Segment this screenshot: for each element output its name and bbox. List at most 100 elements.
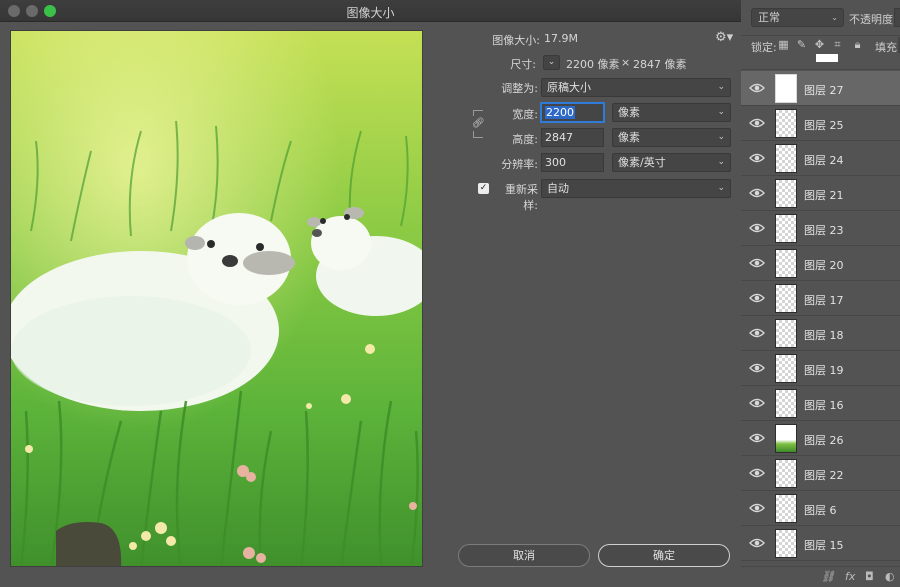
eye-icon[interactable]: [749, 536, 765, 550]
artboard-lock-icon[interactable]: ⌗: [831, 38, 844, 51]
dimensions-width: 2200 像素: [566, 58, 620, 71]
layer-thumbnail: [775, 529, 797, 558]
chevron-down-icon: ⌄: [717, 183, 725, 193]
width-unit-value: 像素: [618, 106, 640, 119]
layer-row[interactable]: 图层 26: [741, 421, 900, 456]
gear-icon[interactable]: ⚙▾: [715, 30, 733, 45]
chevron-down-icon: ⌄: [717, 82, 725, 92]
resample-value: 自动: [547, 182, 569, 195]
eye-icon[interactable]: [749, 466, 765, 480]
layer-name: 图层 16: [804, 399, 844, 412]
ok-button[interactable]: 确定: [598, 544, 730, 567]
link-layers-icon[interactable]: ⛓︎: [821, 570, 835, 583]
resample-select[interactable]: 自动 ⌄: [541, 179, 731, 198]
layer-name: 图层 20: [804, 259, 844, 272]
eye-icon[interactable]: [749, 396, 765, 410]
layer-name: 图层 6: [804, 504, 837, 517]
layer-row[interactable]: 图层 24: [741, 141, 900, 176]
layer-list: 图层 27 图层 25 图层 24 图层 21 图层 23 图层 20 图层 17 图层 18…: [741, 54, 900, 566]
eye-icon[interactable]: [749, 431, 765, 445]
layer-name: 图层 27: [804, 84, 844, 97]
width-value: 2200: [545, 106, 575, 119]
layer-row-partial[interactable]: [741, 54, 900, 70]
fit-to-select[interactable]: 原稿大小 ⌄: [541, 78, 731, 97]
fx-icon[interactable]: fx: [845, 570, 855, 583]
layer-row[interactable]: 图层 23: [741, 211, 900, 246]
add-mask-icon[interactable]: ◘: [865, 570, 874, 583]
layer-thumbnail: [775, 109, 797, 138]
resample-checkbox[interactable]: ✓: [478, 183, 489, 194]
layer-thumbnail: [775, 389, 797, 418]
layer-thumbnail: [775, 284, 797, 313]
chevron-down-icon: ⌄: [717, 157, 725, 167]
resolution-value: 300: [545, 156, 566, 169]
height-input[interactable]: 2847: [541, 128, 604, 147]
layer-row[interactable]: 图层 17: [741, 281, 900, 316]
layers-bottom-bar: ⛓︎ fx ◘ ◐: [741, 566, 900, 587]
layer-row[interactable]: 图层 16: [741, 386, 900, 421]
opacity-field[interactable]: [894, 8, 900, 27]
eye-icon[interactable]: [749, 151, 765, 165]
layer-row[interactable]: 图层 6: [741, 491, 900, 526]
resolution-unit-value: 像素/英寸: [618, 156, 666, 169]
layer-row[interactable]: 图层 21: [741, 176, 900, 211]
layer-thumbnail: [775, 424, 797, 453]
eye-icon[interactable]: [749, 256, 765, 270]
image-size-value: 17.9M: [544, 32, 578, 45]
eye-icon[interactable]: [749, 326, 765, 340]
fit-to-label: 调整为:: [501, 82, 538, 95]
image-size-label: 图像大小:: [492, 34, 540, 47]
eye-icon[interactable]: [749, 81, 765, 95]
eye-icon[interactable]: [749, 116, 765, 130]
layer-row[interactable]: 图层 15: [741, 526, 900, 561]
eye-icon[interactable]: [749, 186, 765, 200]
resolution-label: 分辨率:: [501, 158, 538, 171]
eye-icon[interactable]: [749, 291, 765, 305]
layer-thumbnail: [775, 214, 797, 243]
resample-label: 重新采样:: [505, 183, 538, 212]
image-preview[interactable]: [10, 30, 423, 567]
fit-to-value: 原稿大小: [547, 81, 591, 94]
layer-row[interactable]: 图层 22: [741, 456, 900, 491]
layer-thumbnail: [775, 354, 797, 383]
layer-row[interactable]: 图层 27: [741, 71, 900, 106]
dialog-title: 图像大小: [346, 6, 395, 20]
image-size-dialog: 图像大小 图像大小: 17.9M ⚙▾ 尺寸: ⌄ 2200 像素 × 2847…: [0, 0, 741, 587]
opacity-label: 不透明度:: [849, 13, 897, 26]
dialog-titlebar: 图像大小: [0, 0, 741, 22]
layer-name: 图层 23: [804, 224, 844, 237]
layer-row[interactable]: 图层 18: [741, 316, 900, 351]
resolution-unit-select[interactable]: 像素/英寸 ⌄: [612, 153, 731, 172]
chevron-down-icon: ⌄: [831, 13, 838, 22]
dimensions-times: ×: [621, 56, 631, 69]
layer-thumbnail: [775, 179, 797, 208]
layer-name: 图层 24: [804, 154, 844, 167]
lock-position-icon[interactable]: ✥: [813, 38, 826, 51]
dimensions-unit-toggle[interactable]: ⌄: [543, 55, 560, 70]
width-input[interactable]: 2200: [541, 103, 604, 122]
blend-mode-value: 正常: [758, 11, 780, 24]
layer-name: 图层 21: [804, 189, 844, 202]
layer-thumbnail: [775, 74, 797, 103]
blend-mode-select[interactable]: 正常 ⌄: [751, 8, 844, 27]
layer-row[interactable]: 图层 19: [741, 351, 900, 386]
lock-all-icon[interactable]: 🔒︎: [851, 38, 864, 51]
height-unit-select[interactable]: 像素 ⌄: [612, 128, 731, 147]
eye-icon[interactable]: [749, 361, 765, 375]
settings-area: 图像大小: 17.9M ⚙▾ 尺寸: ⌄ 2200 像素 × 2847 像素 调…: [440, 22, 740, 567]
layer-row[interactable]: 图层 25: [741, 106, 900, 141]
width-unit-select[interactable]: 像素 ⌄: [612, 103, 731, 122]
lock-image-pixels-icon[interactable]: ✎: [795, 38, 808, 51]
layer-thumbnail: [775, 459, 797, 488]
height-value: 2847: [545, 131, 573, 144]
layer-name: 图层 15: [804, 539, 844, 552]
cancel-button[interactable]: 取消: [458, 544, 590, 567]
lock-transparent-pixels-icon[interactable]: ▦: [777, 38, 790, 51]
layer-row[interactable]: 图层 20: [741, 246, 900, 281]
dimensions-height: 2847 像素: [633, 58, 687, 71]
adjustment-layer-icon[interactable]: ◐: [885, 570, 895, 583]
resolution-input[interactable]: 300: [541, 153, 604, 172]
eye-icon[interactable]: [749, 501, 765, 515]
layer-name: 图层 17: [804, 294, 844, 307]
eye-icon[interactable]: [749, 221, 765, 235]
